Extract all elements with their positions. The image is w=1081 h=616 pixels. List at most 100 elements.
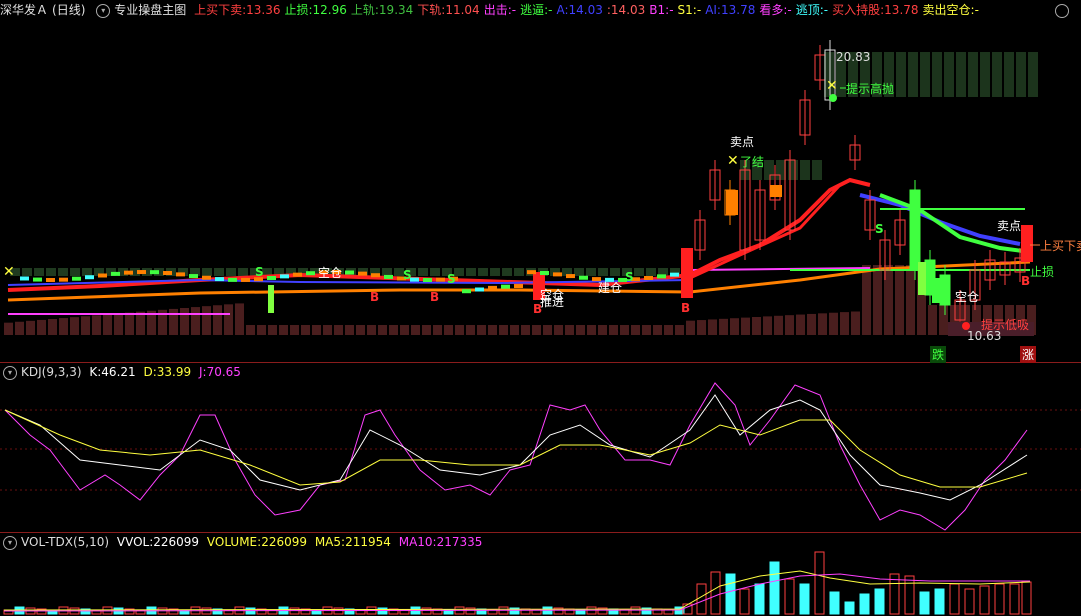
volume-bar xyxy=(829,591,840,615)
main-bar xyxy=(521,325,530,335)
band-box xyxy=(812,160,822,180)
small-candle xyxy=(423,277,432,282)
small-candle xyxy=(501,284,510,289)
volume-bar xyxy=(710,571,721,615)
main-bar xyxy=(664,325,673,335)
small-candle xyxy=(267,276,276,281)
main-bar xyxy=(169,308,178,335)
candle-body xyxy=(726,190,738,215)
band-box xyxy=(514,268,524,276)
volume-bar xyxy=(377,607,388,615)
main-bar xyxy=(356,325,365,335)
main-bar xyxy=(576,325,585,335)
small-candle xyxy=(436,277,445,282)
main-bar xyxy=(4,322,13,335)
band-box xyxy=(956,52,966,97)
volume-bar xyxy=(725,573,736,615)
fall-label: 跌 xyxy=(930,346,947,363)
small-candle xyxy=(514,284,523,289)
low-price-label: 10.63 xyxy=(967,329,1002,343)
main-bar xyxy=(686,320,695,335)
main-bar xyxy=(697,320,706,335)
band-box xyxy=(932,52,942,97)
main-bar xyxy=(433,325,442,335)
main-bar xyxy=(411,325,420,335)
volume-bar xyxy=(663,609,674,615)
small-candle xyxy=(20,276,29,281)
x-marker: ✕ xyxy=(727,153,739,169)
volume-bar xyxy=(844,601,855,615)
main-bar xyxy=(807,313,816,335)
main-bar xyxy=(444,325,453,335)
main-bar xyxy=(191,307,200,335)
band-box xyxy=(980,52,990,97)
small-candle xyxy=(670,272,679,277)
small-candle xyxy=(358,271,367,276)
volume-bar xyxy=(799,583,810,615)
sell-marker: S xyxy=(403,268,412,282)
kdj-k-line xyxy=(4,394,1028,501)
blue-line xyxy=(859,193,1021,246)
main-bar xyxy=(741,317,750,335)
band-box xyxy=(202,268,212,276)
band-box xyxy=(586,268,596,276)
small-candle xyxy=(657,274,666,279)
volume-bar xyxy=(964,588,975,615)
band-box xyxy=(214,268,224,276)
small-candle xyxy=(163,270,172,275)
volume-bar xyxy=(814,551,825,615)
band-box xyxy=(382,268,392,276)
band-box xyxy=(46,268,56,276)
main-bar xyxy=(928,305,937,335)
small-candle xyxy=(98,273,107,278)
band-box xyxy=(430,268,440,276)
volume-chart[interactable] xyxy=(0,536,1081,616)
main-bar xyxy=(675,325,684,335)
small-candle xyxy=(85,275,94,280)
main-bar xyxy=(906,265,915,335)
main-bar xyxy=(620,325,629,335)
volume-bar xyxy=(1021,581,1032,615)
main-bar xyxy=(499,325,508,335)
band-box xyxy=(598,268,608,276)
buy-marker: B xyxy=(430,290,440,304)
main-bar xyxy=(488,325,497,335)
volume-bar xyxy=(874,588,885,615)
main-bar xyxy=(268,325,277,335)
main-bar xyxy=(609,325,618,335)
volume-bar xyxy=(904,575,915,615)
sell-marker: S xyxy=(447,272,456,286)
small-candle xyxy=(462,289,471,294)
x-marker: ✕ xyxy=(826,78,838,94)
main-bar xyxy=(345,325,354,335)
band-box xyxy=(944,52,954,97)
candle-body xyxy=(909,189,921,271)
buy-marker: B xyxy=(370,290,380,304)
main-bar xyxy=(136,311,145,335)
main-bar xyxy=(180,308,189,335)
main-bar xyxy=(290,325,299,335)
main-bar xyxy=(466,325,475,335)
band-box xyxy=(800,160,810,180)
kdj-chart[interactable] xyxy=(0,365,1081,533)
small-candle xyxy=(384,274,393,279)
small-candle xyxy=(111,271,120,276)
main-bar xyxy=(81,316,90,335)
volume-bar xyxy=(859,593,870,615)
band-box xyxy=(22,268,32,276)
main-bar xyxy=(257,325,266,335)
small-candle xyxy=(137,270,146,275)
small-candle xyxy=(280,274,289,279)
main-bar xyxy=(642,325,651,335)
main-bar xyxy=(862,265,871,335)
main-bar xyxy=(378,325,387,335)
band-box xyxy=(1028,52,1038,97)
main-bar xyxy=(752,317,761,335)
band-box xyxy=(502,268,512,276)
main-bar xyxy=(455,325,464,335)
small-candle xyxy=(46,277,55,282)
empty-position-label-3: 空仓 xyxy=(955,290,980,304)
push-label: 推进 xyxy=(540,295,565,309)
band-box xyxy=(920,52,930,97)
main-bar xyxy=(312,325,321,335)
